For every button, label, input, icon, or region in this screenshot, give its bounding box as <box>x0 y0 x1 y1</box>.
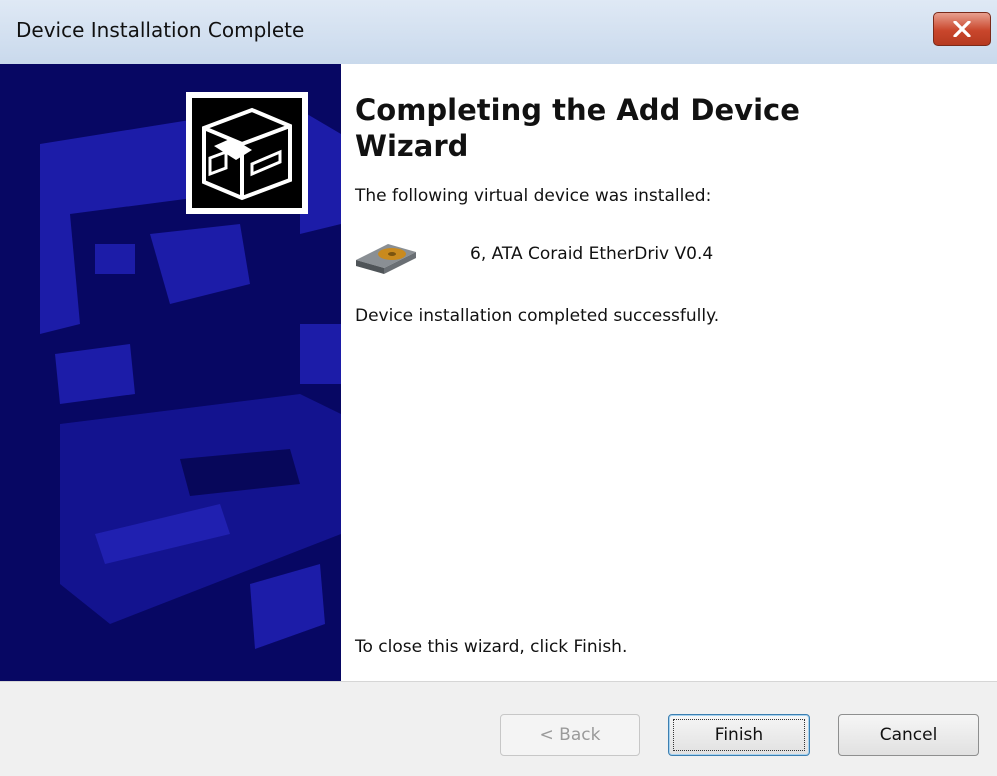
wizard-window: Device Installation Complete Completing … <box>0 0 997 776</box>
cancel-button-label: Cancel <box>879 725 938 745</box>
window-title: Device Installation Complete <box>16 18 305 42</box>
close-button[interactable] <box>933 12 991 46</box>
cancel-button[interactable]: Cancel <box>838 714 979 756</box>
computer-drive-icon <box>192 98 302 208</box>
hard-drive-icon <box>356 244 416 274</box>
status-text: Device installation completed successful… <box>355 306 720 326</box>
back-button[interactable]: < Back <box>500 714 640 756</box>
intro-text: The following virtual device was install… <box>355 186 712 206</box>
finish-button[interactable]: Finish <box>668 714 810 756</box>
back-button-label: < Back <box>539 725 601 745</box>
close-hint-text: To close this wizard, click Finish. <box>355 637 628 657</box>
close-icon <box>953 21 971 37</box>
device-name: 6, ATA Coraid EtherDriv V0.4 <box>470 244 714 264</box>
wizard-banner <box>0 64 341 681</box>
wizard-icon-frame <box>186 92 308 214</box>
title-bar: Device Installation Complete <box>0 0 997 65</box>
wizard-heading: Completing the Add Device Wizard <box>355 93 800 163</box>
focus-rectangle <box>673 719 805 751</box>
